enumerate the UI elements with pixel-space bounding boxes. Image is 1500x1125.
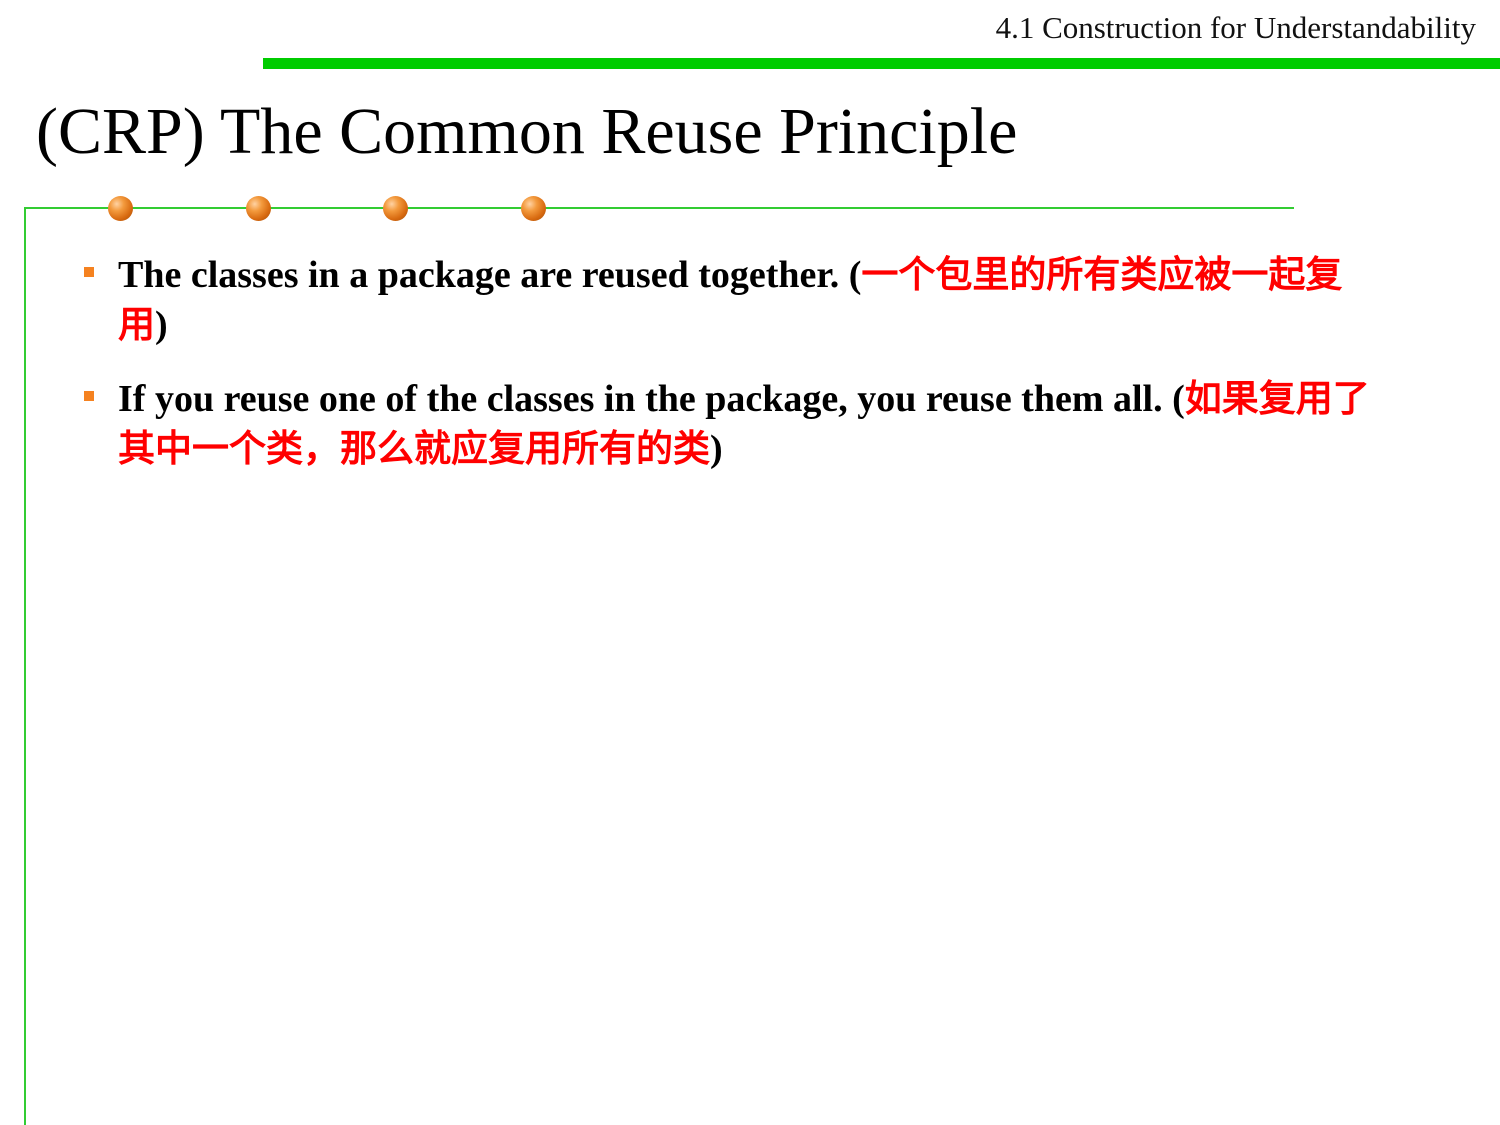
title-underline-rule bbox=[24, 207, 1294, 209]
square-bullet-icon bbox=[84, 267, 94, 277]
bullet-text-en: The classes in a package are reused toge… bbox=[118, 254, 862, 296]
bullet-list: The classes in a package are reused toge… bbox=[82, 250, 1382, 498]
bullet-text-close: ) bbox=[155, 304, 168, 346]
bullet-text-close: ) bbox=[710, 428, 723, 470]
decorative-dot-3 bbox=[383, 196, 408, 221]
bullet-text-en: If you reuse one of the classes in the p… bbox=[118, 378, 1185, 420]
left-vertical-rule bbox=[24, 207, 26, 1125]
square-bullet-icon bbox=[84, 391, 94, 401]
slide-title: (CRP) The Common Reuse Principle bbox=[36, 95, 1018, 168]
bullet-item-1: The classes in a package are reused toge… bbox=[82, 250, 1382, 350]
decorative-dot-4 bbox=[521, 196, 546, 221]
top-green-rule bbox=[263, 58, 1500, 69]
decorative-dot-2 bbox=[246, 196, 271, 221]
bullet-item-2: If you reuse one of the classes in the p… bbox=[82, 374, 1382, 474]
section-label: 4.1 Construction for Understandability bbox=[995, 10, 1476, 45]
decorative-dot-1 bbox=[108, 196, 133, 221]
